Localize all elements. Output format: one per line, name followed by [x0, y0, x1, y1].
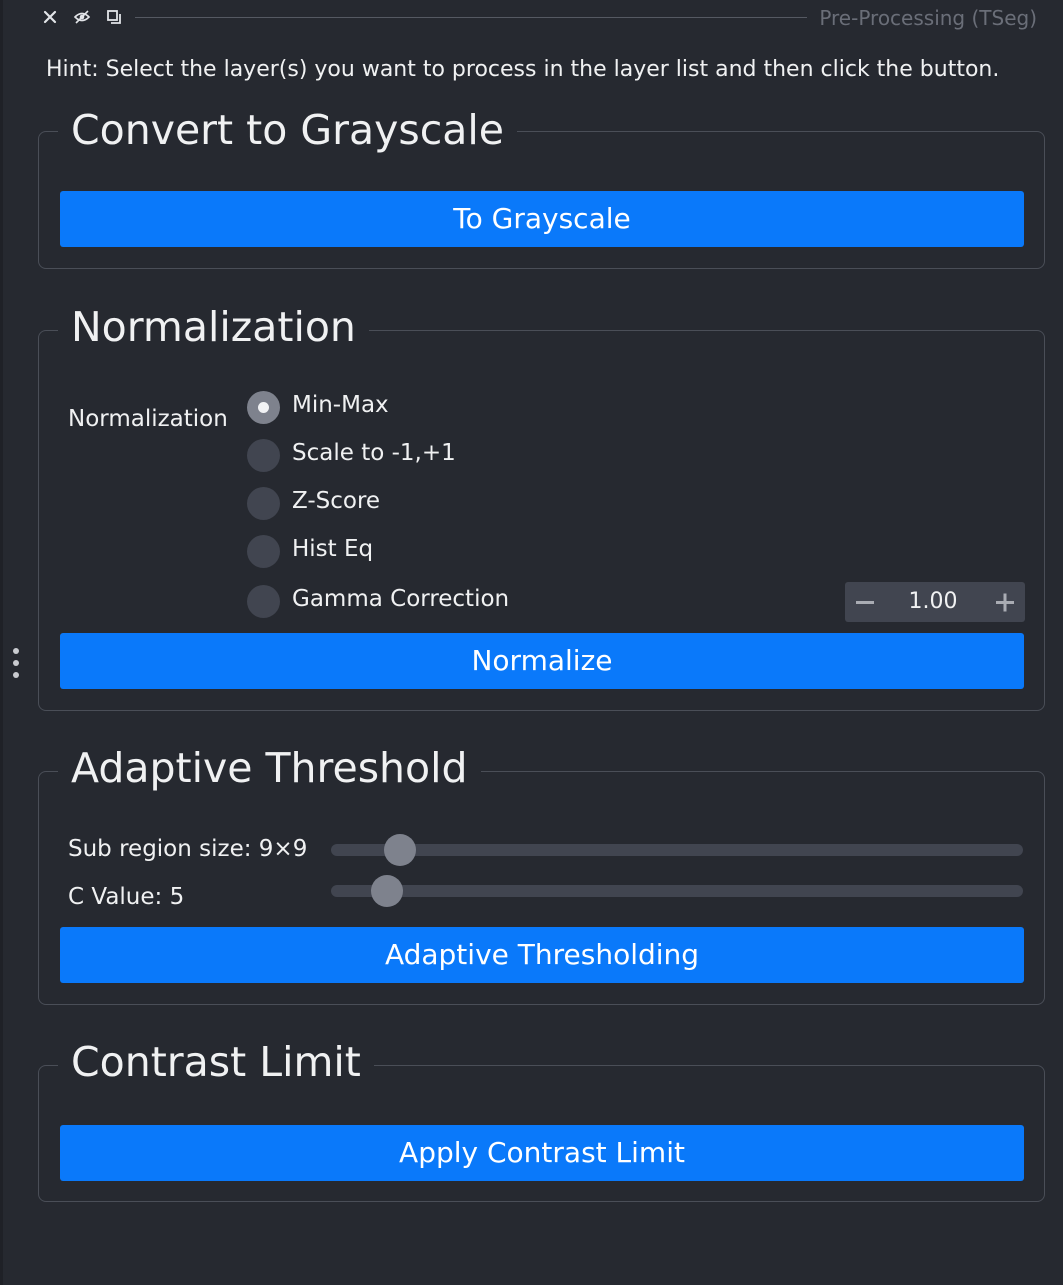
grayscale-group: Convert to Grayscale To Grayscale [38, 104, 1045, 269]
plus-icon[interactable] [985, 582, 1025, 622]
normalize-button[interactable]: Normalize [60, 633, 1024, 689]
normalization-group: Normalization Normalization Min-Max Scal… [38, 301, 1045, 711]
float-icon[interactable] [105, 8, 123, 26]
c-value-label: C Value: 5 [68, 884, 185, 910]
radio-button[interactable] [247, 585, 280, 618]
sub-region-size-label: Sub region size: 9×9 [68, 836, 308, 862]
close-icon[interactable] [41, 8, 59, 26]
adaptive-threshold-group: Adaptive Threshold Sub region size: 9×9 … [38, 742, 1045, 1005]
sub-region-size-slider[interactable] [331, 834, 1023, 866]
radio-button[interactable] [247, 487, 280, 520]
dock-handle-icon[interactable] [11, 648, 21, 684]
title-bar-divider [135, 17, 807, 18]
normalization-label: Normalization [68, 406, 228, 432]
radio-button[interactable] [247, 535, 280, 568]
dock-edge [0, 0, 3, 1285]
grayscale-group-title: Convert to Grayscale [58, 104, 518, 156]
gamma-value[interactable]: 1.00 [885, 582, 981, 622]
radio-button-checked[interactable] [247, 391, 280, 424]
slider-handle[interactable] [384, 834, 416, 866]
radio-label: Gamma Correction [292, 586, 510, 612]
radio-label: Hist Eq [292, 536, 374, 562]
radio-label: Scale to -1,+1 [292, 440, 456, 466]
c-value-slider[interactable] [331, 875, 1023, 907]
adaptive-thresholding-button[interactable]: Adaptive Thresholding [60, 927, 1024, 983]
radio-label: Min-Max [292, 392, 389, 418]
window-title: Pre-Processing (TSeg) [819, 6, 1037, 30]
contrast-limit-group-title: Contrast Limit [58, 1036, 374, 1088]
slider-handle[interactable] [371, 875, 403, 907]
gamma-spinbox[interactable]: 1.00 [845, 582, 1025, 622]
dock-title-bar: Pre-Processing (TSeg) [0, 0, 1063, 36]
adaptive-threshold-group-title: Adaptive Threshold [58, 742, 481, 794]
radio-label: Z-Score [292, 488, 381, 514]
radio-button[interactable] [247, 439, 280, 472]
apply-contrast-limit-button[interactable]: Apply Contrast Limit [60, 1125, 1024, 1181]
visibility-icon[interactable] [73, 8, 91, 26]
normalization-group-title: Normalization [58, 301, 369, 353]
to-grayscale-button[interactable]: To Grayscale [60, 191, 1024, 247]
minus-icon[interactable] [845, 582, 885, 622]
hint-text: Hint: Select the layer(s) you want to pr… [46, 57, 1000, 82]
contrast-limit-group: Contrast Limit Apply Contrast Limit [38, 1036, 1045, 1202]
